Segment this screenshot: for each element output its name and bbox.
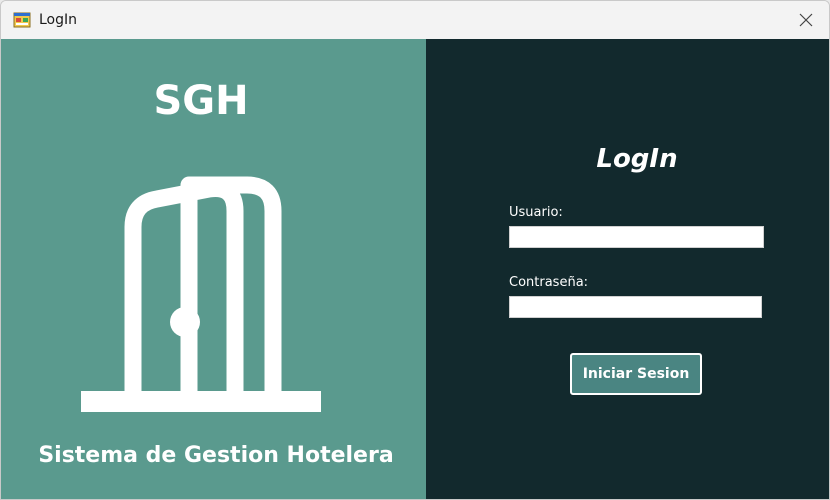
brand-panel: SGH Sistema de Gestion Hotelera [1, 39, 426, 499]
password-input[interactable] [509, 296, 762, 318]
username-input[interactable] [509, 226, 764, 248]
close-button[interactable] [789, 5, 823, 35]
brand-title: SGH [153, 78, 249, 124]
close-icon [799, 13, 813, 27]
title-bar[interactable]: LogIn [1, 1, 829, 39]
door-icon [77, 151, 325, 415]
form-app-icon [13, 11, 31, 29]
login-window: LogIn SGH Sistema de Gestion Hotelera Lo… [0, 0, 830, 500]
brand-subtitle: Sistema de Gestion Hotelera [38, 443, 394, 468]
login-heading: LogIn [596, 144, 678, 174]
login-button[interactable]: Iniciar Sesion [570, 353, 702, 395]
login-panel: LogIn Usuario: Contraseña: Iniciar Sesio… [426, 39, 829, 499]
username-label: Usuario: [509, 205, 563, 220]
window-title: LogIn [39, 12, 78, 28]
password-label: Contraseña: [509, 275, 589, 290]
